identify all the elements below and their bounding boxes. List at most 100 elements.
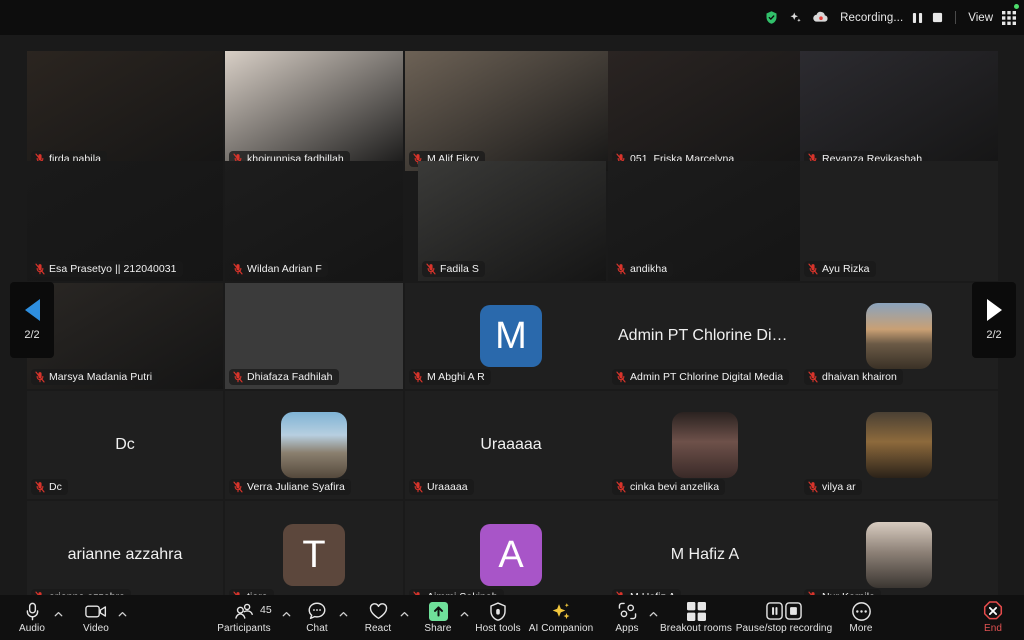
toolbar-label-video: Video xyxy=(83,622,109,634)
participant-tile[interactable]: M M Abghi A R xyxy=(405,283,617,389)
participant-tile[interactable]: Nur Karnila xyxy=(800,501,998,609)
muted-microphone-icon xyxy=(616,371,626,383)
participant-name-label: Uraaaaa xyxy=(427,481,468,493)
participant-tile[interactable]: 051_Friska Marcelyna xyxy=(608,51,802,171)
toolbar-label-chat: Chat xyxy=(306,622,328,634)
participant-display-name: M Hafiz A xyxy=(670,546,740,563)
participant-nametag: Verra Juliane Syafira xyxy=(229,479,351,495)
toolbar-label-end: End xyxy=(983,622,1003,634)
participant-name-label: andikha xyxy=(630,263,668,275)
participant-tile[interactable]: cinka bevi anzelika xyxy=(608,391,802,499)
avatar xyxy=(866,303,932,369)
muted-microphone-icon xyxy=(616,481,626,493)
next-page-button[interactable]: 2/2 xyxy=(972,282,1016,358)
participant-tile[interactable]: Verra Juliane Syafira xyxy=(225,391,403,499)
meeting-top-bar: Recording... View xyxy=(0,0,1024,35)
view-grid-icon[interactable] xyxy=(1002,10,1016,25)
participant-nametag: Wildan Adrian F xyxy=(229,261,328,277)
chevron-right-icon xyxy=(986,299,1002,321)
muted-microphone-icon xyxy=(426,263,436,275)
toolbar-label-hosttools: Host tools xyxy=(475,622,521,634)
toolbar-label-apps: Apps xyxy=(615,622,639,634)
participant-tile[interactable]: Ayu Rizka xyxy=(800,161,998,281)
chevron-up-icon-video[interactable] xyxy=(118,606,127,617)
avatar xyxy=(281,412,347,478)
participant-name-label: Wildan Adrian F xyxy=(247,263,322,275)
participant-nametag: Fadila S xyxy=(422,261,485,277)
participant-name-label: Fadila S xyxy=(440,263,479,275)
previous-page-button[interactable]: 2/2 xyxy=(10,282,54,358)
participant-tile[interactable]: Fadila S xyxy=(418,161,606,281)
share-screen-icon xyxy=(428,601,448,621)
pause-icon[interactable] xyxy=(912,12,923,24)
muted-microphone-icon xyxy=(35,263,45,275)
participant-nametag: Admin PT Chlorine Digital Media xyxy=(612,369,790,385)
participant-tile[interactable]: khoirunnisa fadhillah xyxy=(225,51,403,171)
microphone-icon xyxy=(24,602,41,621)
participant-name-label: M Abghi A R xyxy=(427,371,485,383)
toolbar-divider xyxy=(955,11,957,24)
participant-name-label: Verra Juliane Syafira xyxy=(247,481,345,493)
participant-display-name: Dc xyxy=(115,436,135,453)
participant-tile[interactable]: Ttiara xyxy=(225,501,403,609)
toolbar-label-audio: Audio xyxy=(18,622,46,634)
shield-icon xyxy=(489,601,507,621)
participant-gallery: firda nabila khoirunnisa fadhillah M Alif … xyxy=(0,35,1024,609)
participant-tile[interactable]: Uraaaaa Uraaaaa xyxy=(405,391,617,499)
toolbar-label-recording: Pause/stop recording xyxy=(735,622,833,634)
muted-microphone-icon xyxy=(413,371,423,383)
sparkle-icon xyxy=(551,602,571,621)
muted-microphone-icon xyxy=(808,371,818,383)
participant-nametag: andikha xyxy=(612,261,674,277)
participant-tile[interactable]: Wildan Adrian F xyxy=(225,161,403,281)
participant-tile[interactable]: dhaivan khairon xyxy=(800,283,998,389)
participant-tile[interactable]: Admin PT Chlorine Digital... Admin PT Chl… xyxy=(608,283,802,389)
participant-nametag: Uraaaaa xyxy=(409,479,474,495)
participant-tile[interactable]: Dhiafaza Fadhilah xyxy=(225,283,403,389)
toolbar-button-recording[interactable]: Pause/stop recording xyxy=(736,595,832,640)
heart-icon xyxy=(369,602,388,621)
participant-nametag: Dhiafaza Fadhilah xyxy=(229,369,339,385)
participant-nametag: dhaivan khairon xyxy=(804,369,903,385)
stop-icon[interactable] xyxy=(932,12,943,23)
cloud-recording-icon[interactable] xyxy=(812,10,830,25)
participant-name-label: dhaivan khairon xyxy=(822,371,897,383)
toolbar-button-participants[interactable]: Participants xyxy=(204,595,284,640)
participant-tile[interactable]: Esa Prasetyo || 212040031 xyxy=(27,161,223,281)
chat-icon xyxy=(308,602,326,621)
participant-tile[interactable]: vilya ar xyxy=(800,391,998,499)
toolbar-button-end[interactable]: End xyxy=(953,595,1024,640)
participant-avatar-initial: M xyxy=(480,305,542,367)
muted-microphone-icon xyxy=(35,371,45,383)
status-indicator-dot xyxy=(1014,4,1019,9)
participant-tile[interactable]: Revanza Revikashah xyxy=(800,51,998,171)
participant-display-name: Admin PT Chlorine Digital... xyxy=(618,327,802,344)
participant-tile[interactable]: Marsya Madania Putri xyxy=(27,283,223,389)
chevron-left-icon xyxy=(24,299,40,321)
participants-icon xyxy=(234,602,254,621)
participant-name-label: Ayu Rizka xyxy=(822,263,870,275)
participant-tile[interactable]: Dc Dc xyxy=(27,391,223,499)
shield-check-icon[interactable] xyxy=(764,10,779,25)
participant-name-label: Esa Prasetyo || 212040031 xyxy=(49,263,177,275)
muted-microphone-icon xyxy=(413,481,423,493)
camera-icon xyxy=(85,602,107,621)
toolbar-button-more[interactable]: More xyxy=(821,595,901,640)
ai-sparkle-icon[interactable] xyxy=(788,10,803,25)
toolbar-label-aicompanion: AI Companion xyxy=(528,622,594,634)
muted-microphone-icon xyxy=(233,481,243,493)
view-label[interactable]: View xyxy=(968,12,993,24)
participant-tile[interactable]: firda nabila xyxy=(27,51,223,171)
participant-display-name: Uraaaaa xyxy=(480,436,542,453)
participant-nametag: Dc xyxy=(31,479,68,495)
participant-tile[interactable]: andikha xyxy=(608,161,802,281)
participant-nametag: Marsya Madania Putri xyxy=(31,369,159,385)
muted-microphone-icon xyxy=(35,481,45,493)
toolbar-button-breakout[interactable]: Breakout rooms xyxy=(656,595,736,640)
participant-tile[interactable]: AAimmi Sakinah xyxy=(405,501,617,609)
participant-tile[interactable]: arianne azzahraarianne azzahra xyxy=(27,501,223,609)
participant-tile[interactable]: M Hafiz AM Hafiz A xyxy=(608,501,802,609)
toolbar-label-share: Share xyxy=(424,622,452,634)
participant-tile[interactable]: M Alif Fikry xyxy=(405,51,617,171)
participant-nametag: Esa Prasetyo || 212040031 xyxy=(31,261,183,277)
